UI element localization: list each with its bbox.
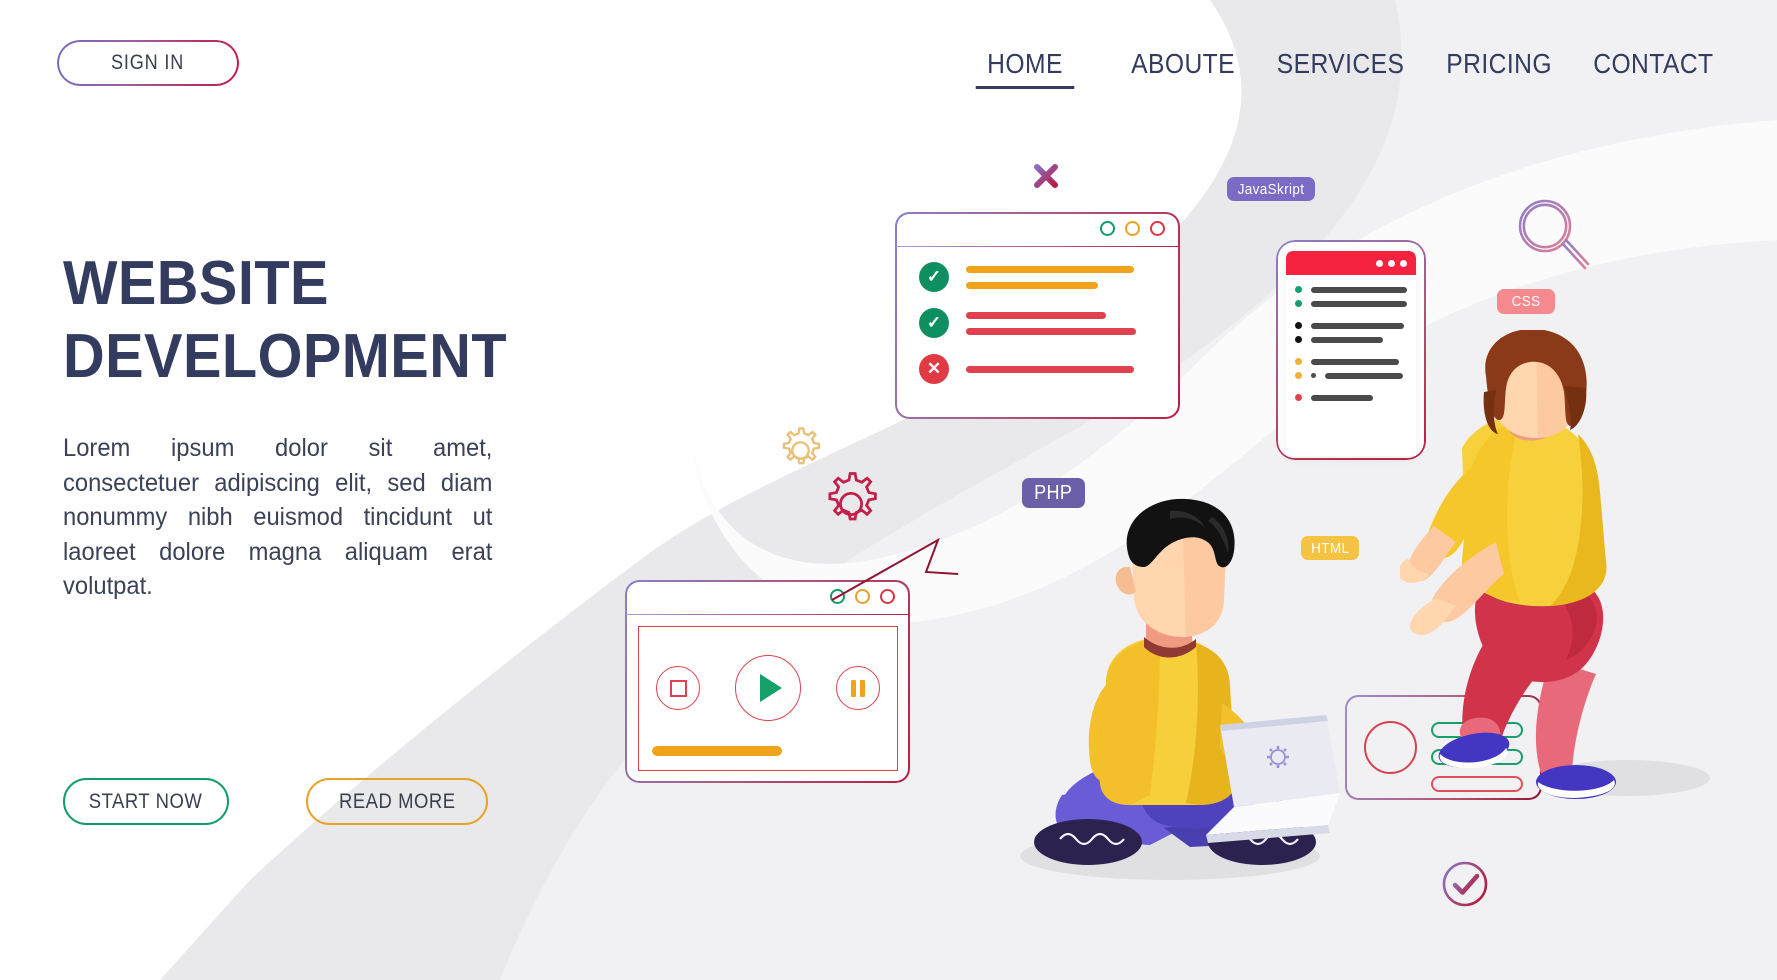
start-now-button[interactable]: START NOW (63, 778, 229, 825)
video-viewport (638, 626, 898, 771)
gear-large-icon (828, 472, 877, 521)
code-tag-html: HTML (1301, 536, 1359, 560)
content-lines (966, 265, 1134, 289)
phone-list-item (1295, 336, 1407, 343)
code-tag-label: JavaSkript (1237, 180, 1305, 198)
code-tag-label: CSS (1511, 293, 1541, 310)
check-circle-icon (1442, 861, 1488, 907)
list-line (1311, 336, 1383, 343)
window-dot-red[interactable] (1150, 221, 1165, 236)
phone-header-dot (1376, 259, 1383, 267)
pause-bars-icon (850, 679, 865, 697)
list-line (1311, 322, 1404, 329)
stop-button[interactable] (656, 666, 701, 710)
start-now-label: START NOW (89, 789, 203, 813)
code-tag-javascript: JavaSkript (1227, 177, 1315, 201)
cross-icon: ✕ (919, 354, 949, 384)
phone-list-item (1295, 394, 1407, 401)
close-x-mark-icon (1034, 164, 1058, 188)
video-player-window (625, 580, 910, 783)
phone-list (1286, 275, 1416, 408)
list-bullet (1295, 358, 1302, 365)
play-triangle-icon (760, 674, 783, 702)
content-line (966, 327, 1136, 335)
content-lines (966, 311, 1136, 335)
list-bullet (1295, 372, 1302, 379)
list-line (1311, 358, 1399, 365)
hero-paragraph: Lorem ipsum dolor sit amet, consectetuer… (63, 434, 493, 601)
sign-in-button[interactable]: SIGN IN (57, 40, 239, 86)
pause-button[interactable] (835, 666, 880, 710)
play-button[interactable] (734, 655, 801, 721)
window-titlebar-divider (896, 246, 1179, 248)
page-title-line-2: DEVELOPMENT (63, 321, 508, 391)
phone-list-item (1295, 358, 1407, 365)
man-sitting-with-laptop (1034, 498, 1340, 865)
stop-square-icon (669, 679, 687, 697)
check-icon: ✓ (919, 308, 949, 338)
content-line (966, 365, 1134, 373)
list-bullet (1295, 322, 1302, 329)
cta-button-row: START NOW READ MORE (63, 778, 488, 825)
list-bullet (1295, 336, 1302, 343)
phone-list-item (1295, 322, 1407, 329)
checklist-browser-window: ✓ ✓ ✕ (895, 212, 1180, 419)
content-line (966, 281, 1098, 289)
code-tag-label: PHP (1034, 481, 1073, 504)
list-bullet (1295, 394, 1302, 401)
list-line (1325, 372, 1403, 379)
phone-list-item (1295, 286, 1407, 293)
phone-header-dot (1388, 259, 1395, 267)
phone-list-item (1295, 300, 1407, 307)
window-titlebar-divider (626, 614, 909, 616)
list-bullet (1295, 300, 1302, 307)
nav-item-pricing[interactable]: PRICING (1435, 48, 1564, 80)
code-tag-label: HTML (1310, 539, 1350, 557)
video-progress-fill (652, 746, 782, 756)
content-line (966, 265, 1134, 273)
window-dot-amber[interactable] (1125, 221, 1140, 236)
list-bullet (1295, 286, 1302, 293)
nav-item-contact[interactable]: CONTACT (1582, 48, 1725, 80)
nav-item-home[interactable]: HOME (975, 48, 1075, 89)
woman-pushing-phone (1400, 330, 1616, 799)
video-controls (639, 655, 897, 721)
main-navigation: HOME ABOUTE SERVICES PRICING CONTACT (969, 48, 1735, 89)
content-line (966, 311, 1106, 319)
read-more-button[interactable]: READ MORE (306, 778, 488, 825)
nav-item-aboute[interactable]: ABOUTE (1119, 48, 1246, 80)
speech-bubble-tail (831, 538, 959, 601)
checklist-row: ✕ (919, 354, 1136, 384)
list-line (1311, 394, 1373, 401)
read-more-label: READ MORE (338, 789, 456, 813)
code-tag-css: CSS (1497, 289, 1555, 314)
landing-page-root: SIGN IN HOME ABOUTE SERVICES PRICING CON… (0, 0, 1777, 980)
code-tag-php: PHP (1022, 478, 1085, 508)
content-lines (966, 365, 1134, 373)
video-progress-bar[interactable] (652, 746, 884, 756)
page-title: WEBSITE DEVELOPMENT (63, 248, 547, 393)
list-line (1311, 300, 1407, 307)
list-line (1311, 286, 1407, 293)
search-magnifier-icon (1518, 199, 1590, 270)
window-dot-green[interactable] (1100, 221, 1115, 236)
phone-header-dot (1400, 259, 1407, 267)
sign-in-label: SIGN IN (111, 51, 185, 74)
phone-list-item (1295, 372, 1407, 379)
page-title-line-1: WEBSITE (63, 249, 329, 318)
checklist-rows: ✓ ✓ ✕ (919, 262, 1136, 384)
hero-content: WEBSITE DEVELOPMENT Lorem ipsum dolor si… (63, 248, 583, 604)
list-subbullet (1311, 373, 1316, 378)
check-icon: ✓ (919, 262, 949, 292)
checklist-row: ✓ (919, 262, 1136, 292)
phone-screen (1286, 251, 1416, 456)
phone-app-header (1286, 251, 1416, 275)
checklist-row: ✓ (919, 308, 1136, 338)
window-traffic-lights (1100, 221, 1165, 236)
nav-item-services[interactable]: SERVICES (1265, 48, 1416, 80)
